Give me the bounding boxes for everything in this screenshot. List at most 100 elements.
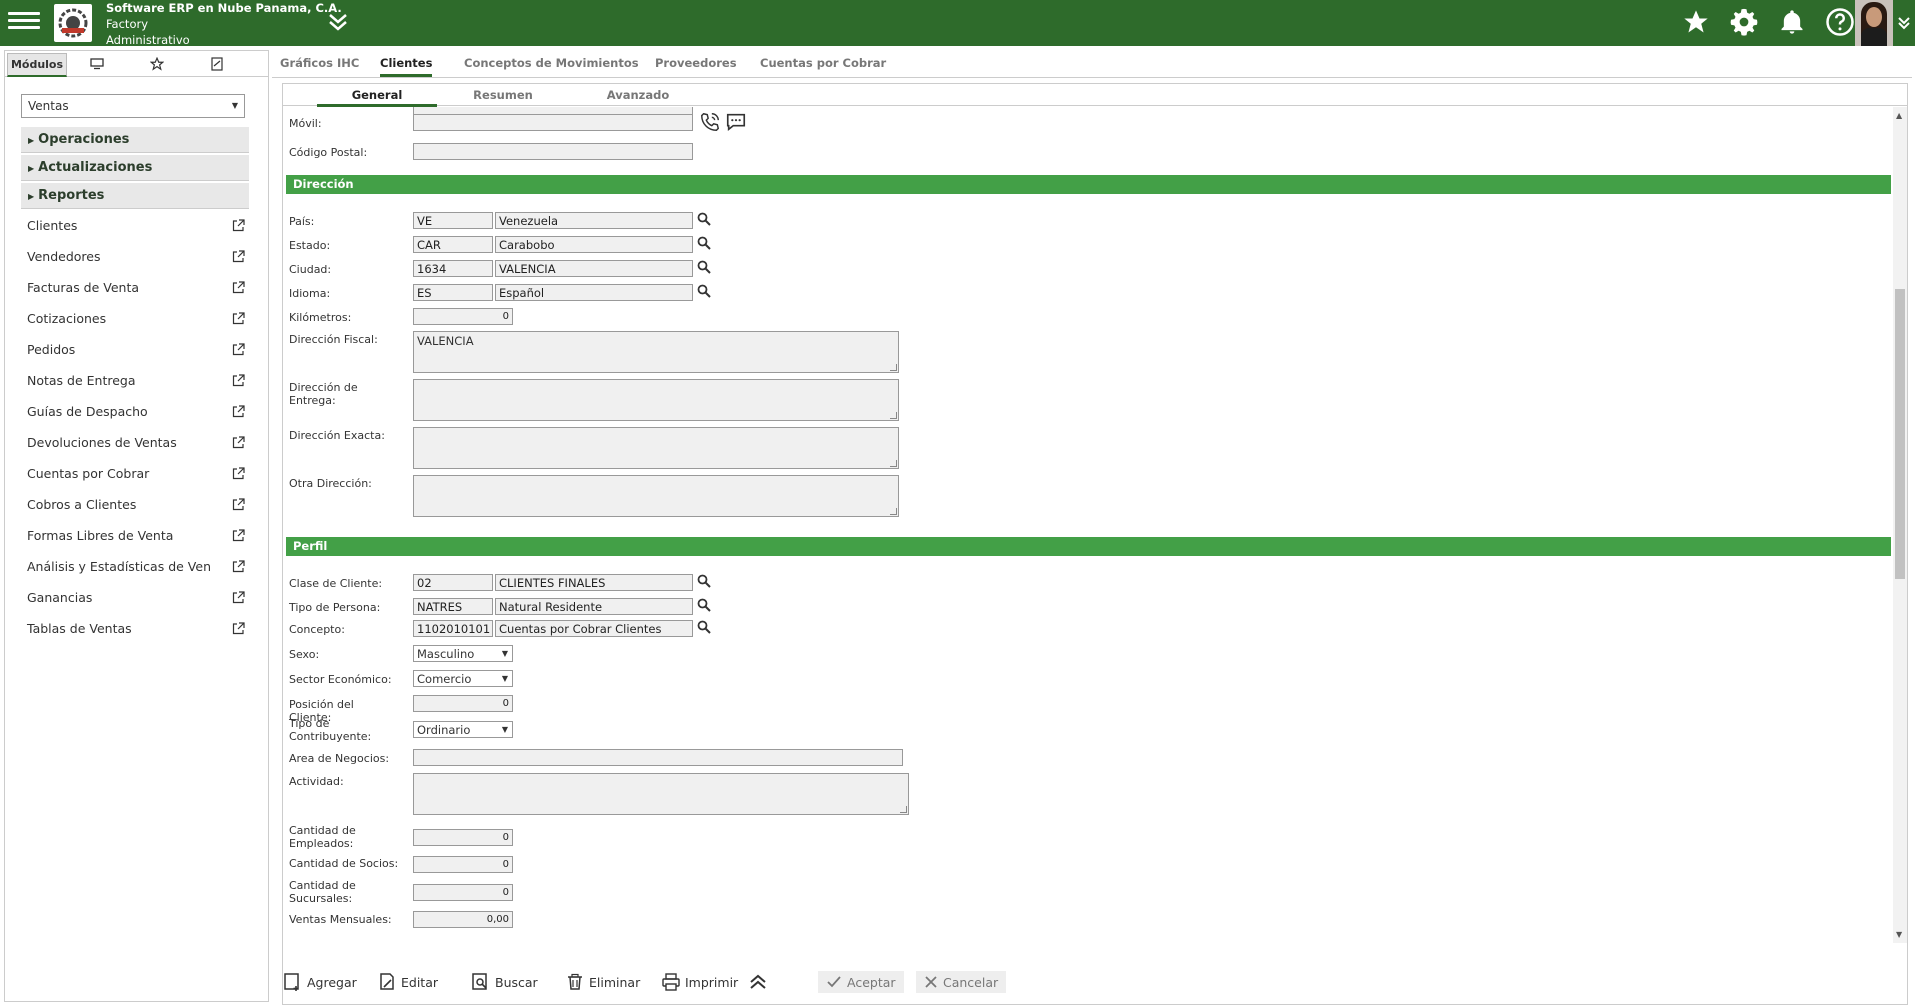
collapse-double-chevron-up-icon[interactable] — [748, 971, 768, 993]
search-icon[interactable] — [697, 236, 711, 253]
tipo-persona-name-field[interactable]: Natural Residente — [495, 598, 693, 615]
monitor-icon[interactable] — [67, 51, 127, 76]
sexo-select[interactable]: Masculino ▼ — [413, 645, 513, 662]
direccion-fiscal-textarea[interactable]: VALENCIA — [413, 331, 899, 373]
search-icon[interactable] — [697, 574, 711, 591]
sidebar-item-11[interactable]: Análisis y Estadísticas de Ven — [27, 559, 245, 579]
external-link-icon[interactable] — [232, 529, 245, 545]
external-link-icon[interactable] — [232, 281, 245, 297]
estado-name-field[interactable]: Carabobo — [495, 236, 693, 253]
phone-call-icon[interactable] — [699, 111, 721, 136]
tab-conceptos-movimientos[interactable]: Conceptos de Movimientos — [464, 56, 639, 70]
tab-cuentas-por-cobrar[interactable]: Cuentas por Cobrar — [760, 56, 886, 70]
tab-proveedores[interactable]: Proveedores — [655, 56, 737, 70]
area-negocios-field[interactable] — [413, 749, 903, 766]
sidebar-item-5[interactable]: Notas de Entrega — [27, 373, 245, 393]
tipo-contribuyente-select[interactable]: Ordinario ▼ — [413, 721, 513, 738]
sidebar-item-10[interactable]: Formas Libres de Venta — [27, 528, 245, 548]
tab-modulos[interactable]: Módulos — [7, 53, 67, 77]
sidebar-item-8[interactable]: Cuentas por Cobrar — [27, 466, 245, 486]
sidebar-item-2[interactable]: Facturas de Venta — [27, 280, 245, 300]
sidebar-item-1[interactable]: Vendedores — [27, 249, 245, 269]
star-icon[interactable] — [1679, 5, 1713, 39]
chat-message-icon[interactable] — [725, 111, 747, 136]
tab-avanzado[interactable]: Avanzado — [578, 88, 698, 102]
concepto-code-field[interactable]: 1102010101 — [413, 620, 493, 637]
cantidad-sucursales-field[interactable]: 0 — [413, 884, 513, 901]
otra-direccion-textarea[interactable] — [413, 475, 899, 517]
actividad-textarea[interactable] — [413, 773, 909, 815]
imprimir-button[interactable]: Imprimir — [662, 971, 738, 993]
external-link-icon[interactable] — [232, 405, 245, 421]
external-link-icon[interactable] — [232, 436, 245, 452]
form-scrollbar[interactable]: ▲ ▼ — [1893, 107, 1907, 943]
user-avatar[interactable] — [1855, 0, 1893, 46]
sidebar-item-13[interactable]: Tablas de Ventas — [27, 621, 245, 641]
sidebar-item-12[interactable]: Ganancias — [27, 590, 245, 610]
hamburger-menu-icon[interactable] — [8, 8, 40, 36]
codigo-postal-field[interactable] — [413, 143, 693, 160]
sidebar-item-7[interactable]: Devoluciones de Ventas — [27, 435, 245, 455]
external-link-icon[interactable] — [232, 467, 245, 483]
movil-field[interactable] — [413, 114, 693, 131]
favorites-star-icon[interactable] — [127, 51, 187, 76]
sidebar-item-9[interactable]: Cobros a Clientes — [27, 497, 245, 517]
pais-code-field[interactable]: VE — [413, 212, 493, 229]
help-icon[interactable] — [1823, 5, 1857, 39]
double-chevron-down-icon[interactable] — [327, 12, 349, 35]
external-link-icon[interactable] — [232, 591, 245, 607]
editar-button[interactable]: Editar — [378, 971, 438, 993]
clase-cliente-code-field[interactable]: 02 — [413, 574, 493, 591]
chevron-down-icon[interactable] — [1897, 12, 1911, 35]
tipo-persona-code-field[interactable]: NATRES — [413, 598, 493, 615]
buscar-button[interactable]: Buscar — [472, 971, 538, 993]
bell-icon[interactable] — [1775, 5, 1809, 39]
estado-code-field[interactable]: CAR — [413, 236, 493, 253]
tab-clientes[interactable]: Clientes — [380, 56, 433, 77]
external-link-icon[interactable] — [232, 498, 245, 514]
tab-graficos-ihc[interactable]: Gráficos IHC — [280, 56, 359, 70]
tab-resumen[interactable]: Resumen — [443, 88, 563, 102]
cantidad-socios-field[interactable]: 0 — [413, 856, 513, 873]
kilometros-field[interactable]: 0 — [413, 308, 513, 325]
pais-name-field[interactable]: Venezuela — [495, 212, 693, 229]
posicion-cliente-field[interactable]: 0 — [413, 695, 513, 712]
module-select[interactable]: Ventas ▼ — [21, 94, 245, 118]
concepto-name-field[interactable]: Cuentas por Cobrar Clientes — [495, 620, 693, 637]
tab-general[interactable]: General — [317, 88, 437, 107]
search-icon[interactable] — [697, 260, 711, 277]
accordion-actualizaciones[interactable]: ▶ Actualizaciones — [21, 155, 249, 181]
direccion-exacta-textarea[interactable] — [413, 427, 899, 469]
search-icon[interactable] — [697, 212, 711, 229]
search-icon[interactable] — [697, 598, 711, 615]
sidebar-item-6[interactable]: Guías de Despacho — [27, 404, 245, 424]
idioma-code-field[interactable]: ES — [413, 284, 493, 301]
gear-icon[interactable] — [1727, 5, 1761, 39]
eliminar-button[interactable]: Eliminar — [566, 971, 640, 993]
ventas-mensuales-field[interactable]: 0,00 — [413, 911, 513, 928]
external-link-icon[interactable] — [232, 250, 245, 266]
sidebar-item-4[interactable]: Pedidos — [27, 342, 245, 362]
external-link-icon[interactable] — [232, 312, 245, 328]
cancelar-button[interactable]: Cancelar — [916, 971, 1007, 993]
cantidad-empleados-field[interactable]: 0 — [413, 829, 513, 846]
idioma-name-field[interactable]: Español — [495, 284, 693, 301]
external-link-icon[interactable] — [232, 343, 245, 359]
accordion-reportes[interactable]: ▶ Reportes — [21, 183, 249, 209]
direccion-entrega-textarea[interactable] — [413, 379, 899, 421]
ciudad-name-field[interactable]: VALENCIA — [495, 260, 693, 277]
agregar-button[interactable]: Agregar — [284, 971, 357, 993]
search-icon[interactable] — [697, 284, 711, 301]
external-link-icon[interactable] — [232, 219, 245, 235]
clase-cliente-name-field[interactable]: CLIENTES FINALES — [495, 574, 693, 591]
external-link-icon[interactable] — [232, 560, 245, 576]
accordion-operaciones[interactable]: ▶ Operaciones — [21, 127, 249, 153]
external-link-icon[interactable] — [232, 374, 245, 390]
ciudad-code-field[interactable]: 1634 — [413, 260, 493, 277]
external-link-icon[interactable] — [232, 622, 245, 638]
aceptar-button[interactable]: Aceptar — [818, 971, 904, 993]
search-icon[interactable] — [697, 620, 711, 637]
sector-economico-select[interactable]: Comercio ▼ — [413, 670, 513, 687]
sidebar-item-0[interactable]: Clientes — [27, 218, 245, 238]
notes-icon[interactable] — [187, 51, 247, 76]
